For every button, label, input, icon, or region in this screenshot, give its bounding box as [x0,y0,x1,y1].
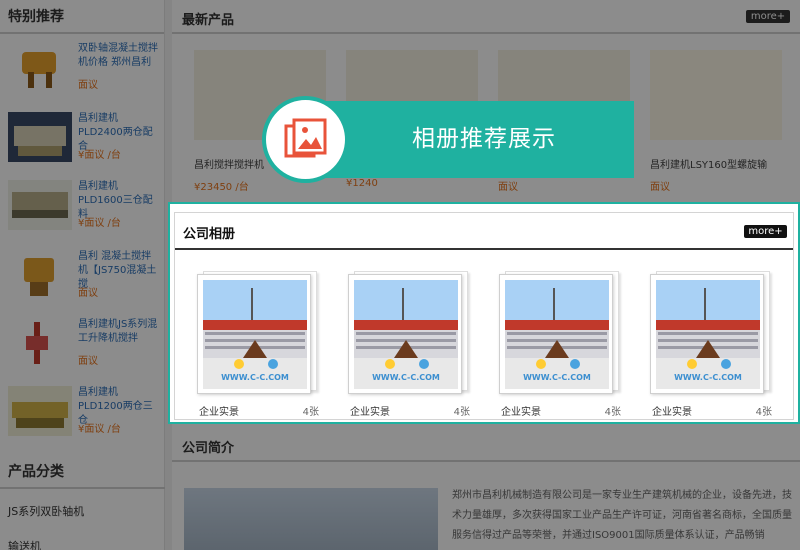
photo-count: 4张 [604,407,621,418]
album-photo[interactable]: WWW.C-C.COM 企业实景 4张 [499,271,621,421]
photo-frame[interactable]: WWW.C-C.COM [650,274,764,394]
watermark: WWW.C-C.COM [674,373,742,382]
album-title: 公司相册 [183,227,236,242]
album-inner: 公司相册 more+ WWW.C-C.COM 企业实景 4张 WWW.C-C.C… [174,212,794,420]
photo-count: 4张 [302,407,319,418]
album-more-button[interactable]: more+ [744,225,787,238]
banner-title: 相册推荐展示 [412,126,556,152]
photo-count: 4张 [453,407,470,418]
photo-frame[interactable]: WWW.C-C.COM [348,274,462,394]
building-photo: WWW.C-C.COM [505,280,609,389]
photo-label[interactable]: 企业实景 [199,403,239,418]
album-photo[interactable]: WWW.C-C.COM 企业实景 4张 [650,271,772,421]
building-photo: WWW.C-C.COM [656,280,760,389]
watermark: WWW.C-C.COM [221,373,289,382]
photo-frame[interactable]: WWW.C-C.COM [499,274,613,394]
building-photo: WWW.C-C.COM [203,280,307,389]
album-photo[interactable]: WWW.C-C.COM 企业实景 4张 [348,271,470,421]
banner-icon-circle [262,96,349,183]
photo-frame[interactable]: WWW.C-C.COM [197,274,311,394]
photo-label[interactable]: 企业实景 [501,403,541,418]
feature-banner: 相册推荐展示 [262,96,634,183]
company-album: 公司相册 more+ WWW.C-C.COM 企业实景 4张 WWW.C-C.C… [168,202,800,424]
album-photo[interactable]: WWW.C-C.COM 企业实景 4张 [197,271,319,421]
album-header: 公司相册 more+ [175,213,793,250]
photo-count: 4张 [755,407,772,418]
watermark: WWW.C-C.COM [372,373,440,382]
photo-album-icon [284,118,327,158]
watermark: WWW.C-C.COM [523,373,591,382]
building-photo: WWW.C-C.COM [354,280,458,389]
photo-label[interactable]: 企业实景 [350,403,390,418]
photo-label[interactable]: 企业实景 [652,403,692,418]
